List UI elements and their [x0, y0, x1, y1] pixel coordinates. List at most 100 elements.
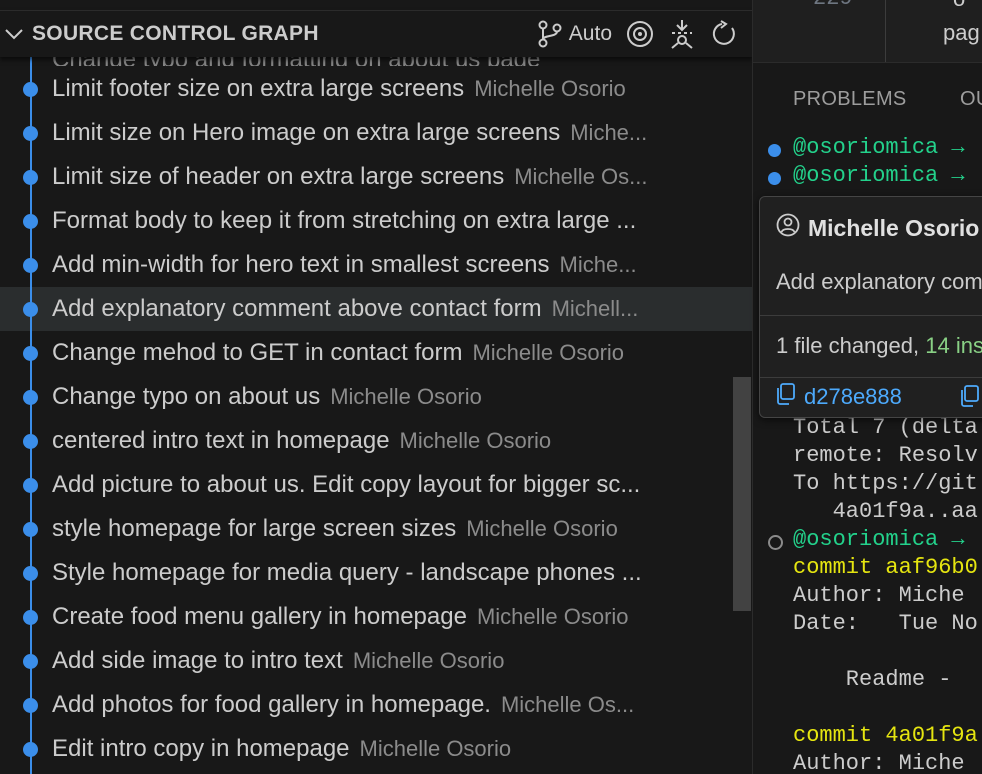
- go-to-current-button[interactable]: [626, 20, 654, 48]
- terminal-line: Author: Miche: [793, 583, 965, 608]
- commit-hash-link[interactable]: d278e888: [776, 383, 902, 411]
- commit-node-icon: [23, 346, 38, 361]
- commit-row[interactable]: Format body to keep it from stretching o…: [0, 199, 752, 243]
- commit-row[interactable]: centered intro text in homepage Michelle …: [0, 419, 752, 463]
- fetch-button[interactable]: [668, 19, 696, 49]
- commit-message: Add explanatory comment above contact fo…: [52, 287, 728, 331]
- terminal-line: commit aaf96b0: [793, 555, 978, 580]
- commit-author: Michelle Os...: [500, 692, 635, 717]
- chevron-down-icon[interactable]: [2, 22, 26, 46]
- commit-message-text: Edit intro copy in homepage: [52, 735, 350, 762]
- commit-message: style homepage for large screen sizes Mic…: [52, 507, 728, 551]
- commit-message-text: Limit size on Hero image on extra large …: [52, 119, 561, 146]
- terminal-line: Date: Tue No: [793, 611, 978, 636]
- commit-row[interactable]: Change typo on about us Michelle Osorio: [0, 375, 752, 419]
- commit-node-icon: [23, 610, 38, 625]
- commit-hover-card: Michelle Osorio Add explanatory comment …: [759, 196, 982, 418]
- commit-row[interactable]: Add side image to intro text Michelle Oso…: [0, 639, 752, 683]
- commit-node-icon: [23, 698, 38, 713]
- commit-message: Create food menu gallery in homepage Mich…: [52, 595, 728, 639]
- commit-author: Michelle Os...: [514, 164, 648, 189]
- source-control-graph-panel: Change typo and formatting on about us p…: [0, 0, 752, 774]
- tab-problems[interactable]: PROBLEMS: [793, 88, 907, 111]
- commit-message: Format body to keep it from stretching o…: [52, 199, 728, 243]
- commit-node-icon: [23, 258, 38, 273]
- commit-row[interactable]: Create food menu gallery in homepage Mich…: [0, 595, 752, 639]
- commit-row[interactable]: Style homepage for media query - landsca…: [0, 551, 752, 595]
- commit-message-text: style homepage for large screen sizes: [52, 515, 457, 542]
- commit-row[interactable]: Add explanatory comment above contact fo…: [0, 287, 752, 331]
- commit-author: Michelle Osorio: [474, 76, 626, 101]
- copy-message-icon[interactable]: [960, 385, 980, 412]
- commit-message-text: Format body to keep it from stretching o…: [52, 207, 637, 234]
- commit-author: Michelle Osorio: [476, 604, 629, 629]
- commit-node-icon: [23, 478, 38, 493]
- tab-output[interactable]: OU: [960, 88, 982, 111]
- command-decoration[interactable]: [768, 144, 781, 157]
- commit-node-icon: [23, 742, 38, 757]
- divider: [760, 377, 982, 378]
- commit-node-icon: [23, 82, 38, 97]
- commit-node-icon: [23, 566, 38, 581]
- terminal-line: To https://git: [793, 471, 978, 496]
- commit-node-icon: [23, 522, 38, 537]
- commit-message: Limit size of header on extra large scre…: [52, 155, 728, 199]
- fetch-icon: [668, 19, 696, 49]
- commit-message: Limit size on Hero image on extra large …: [52, 111, 728, 155]
- editor-area: 229 o pag: [753, 0, 982, 63]
- scrollbar-thumb[interactable]: [733, 377, 751, 611]
- commit-message-text: Limit footer size on extra large screens: [52, 75, 465, 102]
- commit-message: Edit intro copy in homepage Michelle Osor…: [52, 727, 728, 771]
- graph-header[interactable]: SOURCE CONTROL GRAPH Auto: [0, 10, 752, 57]
- commit-row[interactable]: Change mehod to GET in contact form Miche…: [0, 331, 752, 375]
- commit-message-text: Add min-width for hero text in smallest …: [52, 251, 550, 278]
- terminal-line: Total 7 (delta: [793, 415, 978, 440]
- commit-message: Change typo on about us Michelle Osorio: [52, 375, 728, 419]
- auto-label: Auto: [568, 22, 612, 45]
- commit-row[interactable]: Limit size of header on extra large scre…: [0, 155, 752, 199]
- commit-message-text: Add explanatory comment above contact fo…: [52, 295, 542, 322]
- commit-message-text: Create food menu gallery in homepage: [52, 603, 467, 630]
- commit-author: Miche...: [559, 252, 637, 277]
- commit-message-text: Change mehod to GET in contact form: [52, 339, 463, 366]
- editor-text: pag: [943, 20, 980, 45]
- hovercard-author: Michelle Osorio: [776, 213, 979, 243]
- command-decoration[interactable]: [768, 535, 783, 550]
- branch-filter-button[interactable]: Auto: [537, 20, 612, 48]
- commit-row[interactable]: Add min-width for hero text in smallest …: [0, 243, 752, 287]
- commit-row[interactable]: Add picture to about us. Edit copy layou…: [0, 463, 752, 507]
- commit-message-text: centered intro text in homepage: [52, 427, 390, 454]
- commit-row[interactable]: Add photos for food gallery in homepage.…: [0, 683, 752, 727]
- commit-message: Add side image to intro text Michelle Oso…: [52, 639, 728, 683]
- commit-row[interactable]: style homepage for large screen sizes Mic…: [0, 507, 752, 551]
- commit-message-text: Style homepage for media query - landsca…: [52, 559, 642, 586]
- commit-node-icon: [23, 390, 38, 405]
- commit-node-icon: [23, 170, 38, 185]
- commit-row[interactable]: Edit intro copy in homepage Michelle Osor…: [0, 727, 752, 771]
- commit-message-text: Add picture to about us. Edit copy layou…: [52, 471, 641, 498]
- commit-message: Add min-width for hero text in smallest …: [52, 243, 728, 287]
- commit-row[interactable]: Limit footer size on extra large screens…: [0, 67, 752, 111]
- commit-message: Style homepage for media query - landsca…: [52, 551, 728, 595]
- commit-message-text: Change typo on about us: [52, 383, 321, 410]
- stats-insertions: 14 insertions(+): [925, 333, 982, 358]
- commit-node-icon: [23, 302, 38, 317]
- divider: [760, 315, 982, 316]
- editor-divider: [885, 0, 886, 62]
- account-icon: [776, 213, 800, 243]
- editor-text-top: o: [953, 0, 965, 12]
- hovercard-stats: 1 file changed, 14 insertions(+): [776, 333, 982, 359]
- target-icon: [626, 20, 654, 48]
- graph-title: SOURCE CONTROL GRAPH: [32, 22, 319, 45]
- commit-hash: d278e888: [804, 384, 902, 409]
- command-decoration[interactable]: [768, 172, 781, 185]
- hovercard-author-name: Michelle Osorio: [808, 214, 980, 241]
- commit-author: Michelle Osorio: [330, 384, 482, 409]
- commit-message-text: Add photos for food gallery in homepage.: [52, 691, 491, 718]
- refresh-button[interactable]: [710, 20, 738, 48]
- terminal-line: 4a01f9a..aa: [793, 499, 978, 524]
- commit-author: Michelle Osorio: [466, 516, 618, 541]
- commit-row[interactable]: Limit size on Hero image on extra large …: [0, 111, 752, 155]
- commit-message-text: Add side image to intro text: [52, 647, 343, 674]
- copy-icon: [776, 383, 796, 411]
